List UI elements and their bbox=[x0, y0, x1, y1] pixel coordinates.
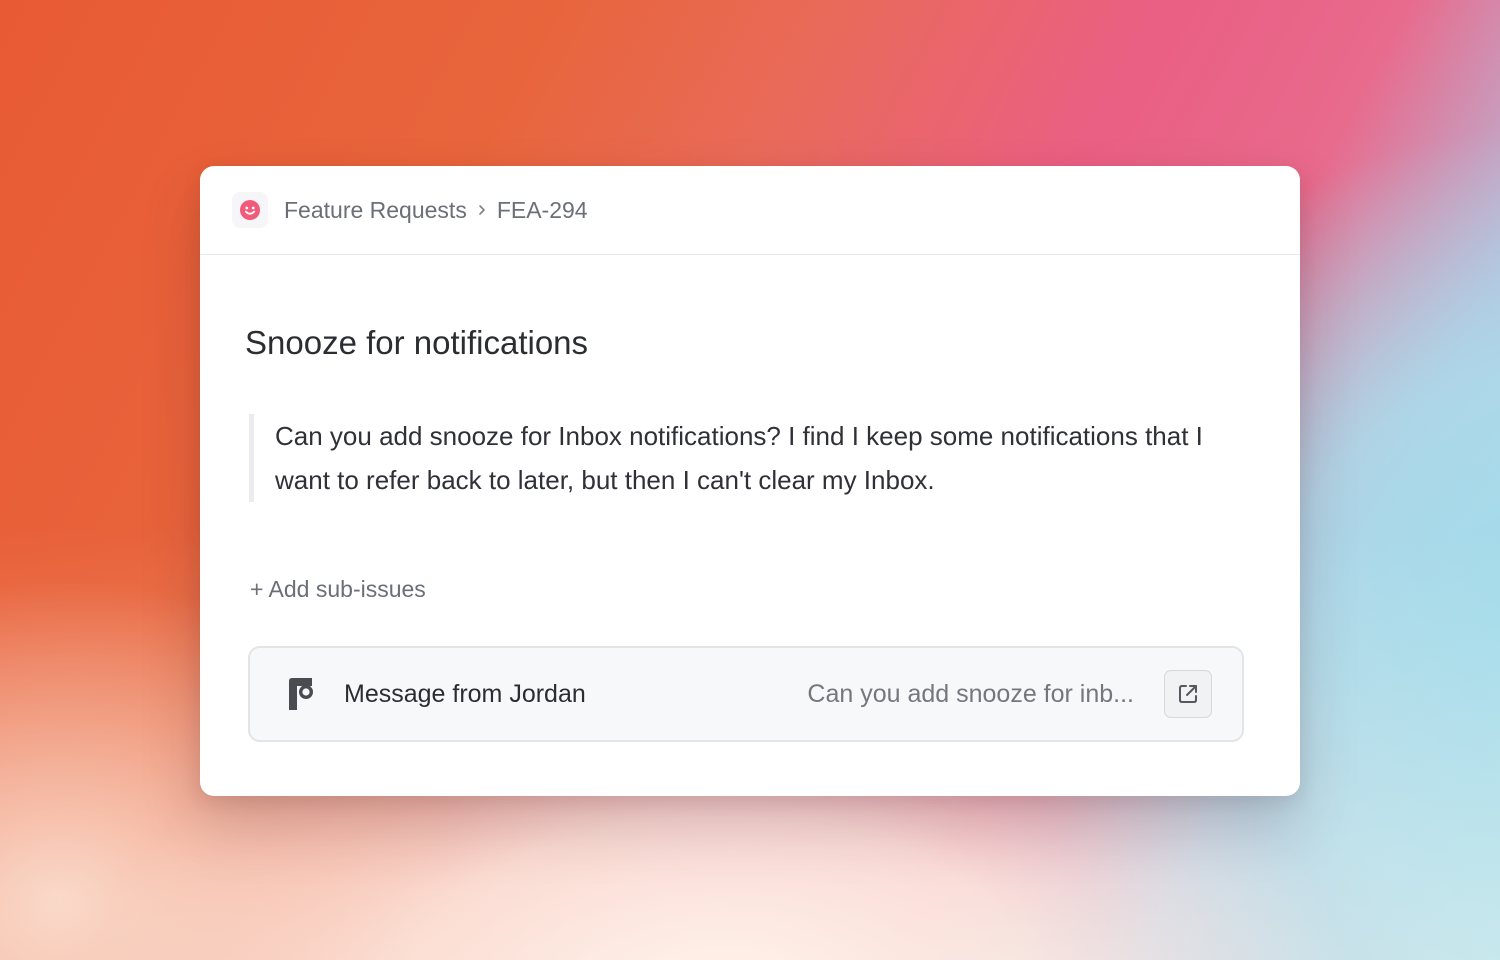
add-sub-issues-button[interactable]: + Add sub-issues bbox=[250, 576, 426, 603]
attachment-preview: Can you add snooze for inb... bbox=[807, 679, 1134, 708]
team-icon-badge[interactable] bbox=[232, 192, 268, 228]
breadcrumb: Feature Requests FEA-294 bbox=[284, 197, 588, 224]
breadcrumb-team-link[interactable]: Feature Requests bbox=[284, 197, 467, 224]
smiley-face-icon bbox=[240, 200, 260, 220]
breadcrumb-issue-id[interactable]: FEA-294 bbox=[497, 197, 588, 224]
issue-description-quote[interactable]: Can you add snooze for Inbox notificatio… bbox=[249, 414, 1235, 502]
attachment-title: Message from Jordan bbox=[344, 679, 586, 708]
open-external-button[interactable] bbox=[1164, 670, 1212, 718]
attachment-card[interactable]: Message from Jordan Can you add snooze f… bbox=[248, 646, 1244, 742]
issue-title[interactable]: Snooze for notifications bbox=[245, 324, 588, 362]
issue-header: Feature Requests FEA-294 bbox=[200, 166, 1300, 255]
chevron-right-icon bbox=[477, 203, 487, 217]
front-app-icon bbox=[286, 675, 316, 713]
issue-card: Feature Requests FEA-294 Snooze for noti… bbox=[200, 166, 1300, 796]
external-link-icon bbox=[1179, 685, 1197, 703]
